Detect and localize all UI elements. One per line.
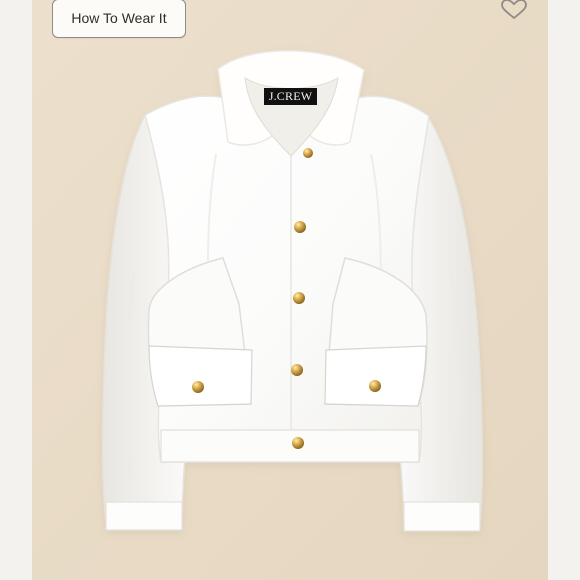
product-image-screen: J.CREW How To Wear It [0, 0, 580, 580]
jacket-button-4 [291, 364, 303, 376]
left-gutter [0, 0, 32, 580]
jacket-button-2 [294, 221, 306, 233]
jacket-hem [160, 429, 420, 463]
jacket-product-photo [32, 0, 548, 580]
brand-label: J.CREW [264, 88, 317, 105]
jacket-button-1 [303, 148, 313, 158]
right-gutter [548, 0, 580, 580]
right-pocket-flap [324, 345, 427, 407]
left-cuff [105, 501, 183, 531]
favorite-heart-icon[interactable] [500, 0, 528, 20]
jacket-button-3 [293, 292, 305, 304]
white-cropped-jacket [101, 50, 483, 532]
right-pocket-button [369, 380, 381, 392]
left-pocket-flap [148, 345, 253, 407]
heart-outline-icon [501, 0, 527, 19]
jacket-button-5 [292, 437, 304, 449]
left-pocket-button [192, 381, 204, 393]
jacket-illustration [32, 0, 548, 580]
how-to-wear-button[interactable]: How To Wear It [52, 0, 186, 38]
right-cuff [403, 501, 481, 532]
